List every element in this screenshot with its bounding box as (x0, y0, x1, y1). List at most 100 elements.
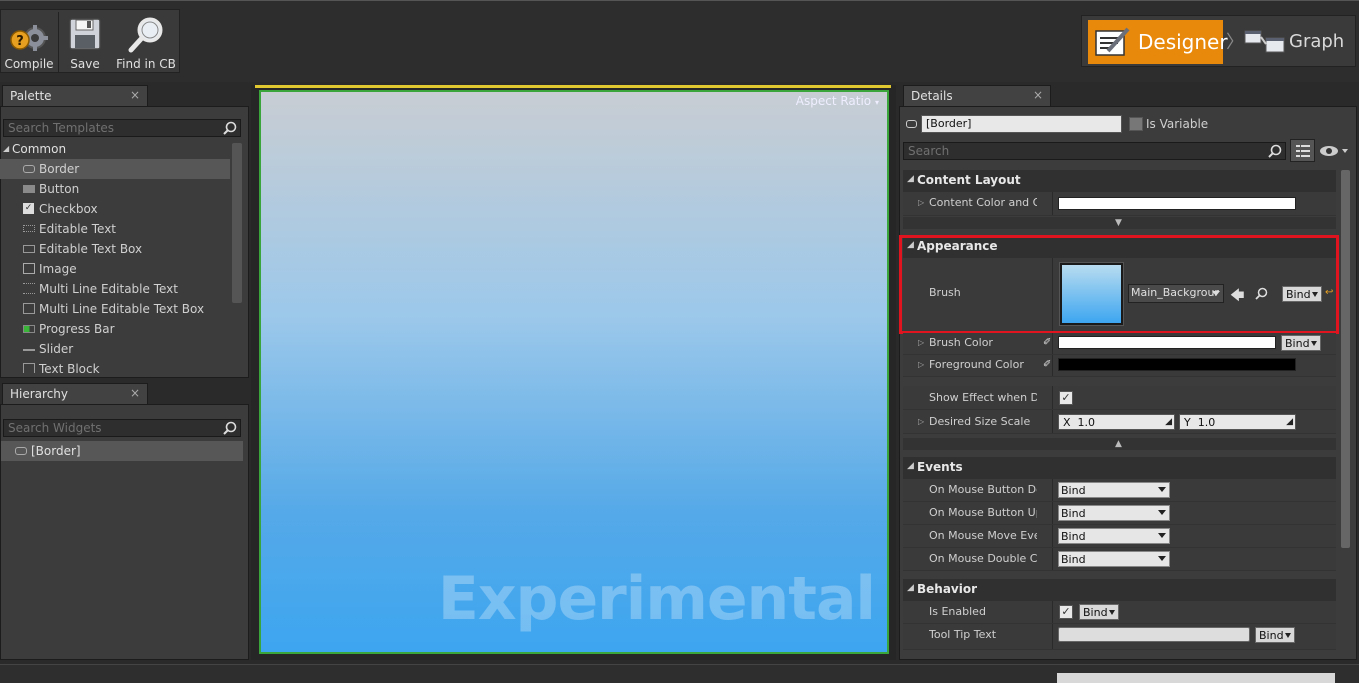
checkbox-widget-icon: ✓ (23, 203, 34, 214)
hierarchy-item-border[interactable]: [Border] (1, 441, 243, 461)
editable-text-box-icon (23, 245, 35, 253)
palette-item-label: Slider (39, 342, 74, 356)
column-divider (1052, 410, 1053, 433)
palette-scrollbar[interactable] (232, 143, 242, 303)
toolbar-group: ? Compile Save Find in CB (0, 9, 180, 73)
collapse-up-icon: ▲ (1115, 439, 1122, 449)
details-scrollbar[interactable] (1341, 170, 1350, 548)
details-search[interactable] (903, 142, 1286, 160)
section-events[interactable]: ◢ Events (903, 457, 1336, 479)
bind-label: Bind (1061, 553, 1086, 566)
find-in-cb-button[interactable]: Find in CB (113, 10, 179, 74)
foreground-color-swatch[interactable] (1058, 358, 1296, 371)
tooltip-bind-button[interactable]: Bind (1255, 627, 1295, 643)
is-variable-checkbox[interactable] (1129, 117, 1143, 131)
graph-icon (1244, 30, 1285, 53)
multi-line-text-icon (23, 283, 35, 294)
size-x-field[interactable]: X 1.0 ◢ (1058, 414, 1175, 430)
row-event: On Mouse Button Up Bind (903, 502, 1336, 525)
palette-item-text-block[interactable]: Text Block (0, 359, 230, 373)
bottom-input-partial[interactable] (1057, 673, 1335, 683)
palette-item-border[interactable]: Border (0, 159, 230, 179)
content-color-swatch[interactable] (1058, 197, 1296, 210)
eyedropper-icon[interactable]: ✐ (1043, 359, 1051, 370)
size-y-field[interactable]: Y 1.0 ◢ (1179, 414, 1296, 430)
is-enabled-checkbox[interactable]: ✓ (1059, 605, 1073, 619)
close-icon[interactable]: × (130, 88, 140, 102)
bind-label: Bind (1285, 337, 1310, 350)
graph-mode-button[interactable]: Graph (1244, 20, 1354, 64)
palette-item-label: Checkbox (39, 202, 98, 216)
graph-label: Graph (1289, 31, 1345, 52)
advanced-expander[interactable]: ▼ (903, 217, 1336, 229)
expand-arrow-icon[interactable]: ▷ (918, 360, 924, 369)
property-label: On Mouse Move Ever (929, 529, 1037, 542)
close-icon[interactable]: × (130, 386, 140, 400)
palette-item-label: Border (39, 162, 80, 176)
palette-item-multi-line-editable-text-box[interactable]: Multi Line Editable Text Box (0, 299, 230, 319)
save-button[interactable]: Save (61, 10, 109, 74)
floppy-disk-icon (69, 18, 101, 50)
chevron-down-icon (1109, 610, 1115, 615)
hierarchy-search-input[interactable] (4, 420, 240, 436)
details-search-input[interactable] (904, 143, 1285, 159)
designer-mode-button[interactable]: Designer (1088, 20, 1228, 64)
property-label: Desired Size Scale (929, 415, 1031, 428)
size-x-value: 1.0 (1077, 416, 1096, 429)
event-bind-dropdown[interactable]: Bind (1058, 505, 1170, 521)
row-show-effect: Show Effect when Dis ✓ (903, 386, 1336, 410)
property-label: On Mouse Double Clic (929, 552, 1037, 565)
section-behavior[interactable]: ◢ Behavior (903, 579, 1336, 601)
axis-label: Y (1184, 416, 1191, 429)
aspect-ratio-dropdown[interactable]: Aspect Ratio ▾ (796, 94, 879, 108)
aspect-ratio-label: Aspect Ratio (795, 94, 872, 108)
palette-item-label: Editable Text (39, 222, 117, 236)
palette-item-multi-line-editable-text[interactable]: Multi Line Editable Text (0, 279, 230, 299)
show-effect-checkbox[interactable]: ✓ (1059, 391, 1073, 405)
expand-arrow-icon[interactable]: ▷ (918, 198, 924, 207)
palette-category-common[interactable]: ◢ Common (0, 140, 232, 160)
palette-item-editable-text[interactable]: Editable Text (0, 219, 230, 239)
property-label: Is Enabled (929, 605, 986, 618)
button-widget-icon (23, 185, 35, 193)
section-content-layout[interactable]: ◢ Content Layout (903, 170, 1336, 192)
details-tab-label: Details (911, 89, 953, 103)
designer-canvas[interactable]: Aspect Ratio ▾ Experimental (259, 90, 889, 654)
widget-name-field[interactable]: [Border] (921, 115, 1122, 133)
palette-item-editable-text-box[interactable]: Editable Text Box (0, 239, 230, 259)
hierarchy-search[interactable] (3, 419, 241, 437)
event-bind-dropdown[interactable]: Bind (1058, 528, 1170, 544)
compile-button[interactable]: ? Compile (3, 10, 55, 74)
event-bind-dropdown[interactable]: Bind (1058, 482, 1170, 498)
property-matrix-button[interactable] (1290, 139, 1315, 162)
chevron-down-icon (1158, 487, 1166, 492)
experimental-watermark: Experimental (437, 564, 876, 634)
eyedropper-icon[interactable]: ✐ (1043, 337, 1051, 348)
palette-item-button[interactable]: Button (0, 179, 230, 199)
search-icon (1268, 144, 1282, 158)
palette-item-image[interactable]: Image (0, 259, 230, 279)
palette-item-progress-bar[interactable]: Progress Bar (0, 319, 230, 339)
advanced-collapser[interactable]: ▲ (903, 438, 1336, 450)
tab-details[interactable]: Details × (903, 85, 1051, 107)
brush-color-swatch[interactable] (1058, 336, 1276, 349)
expand-arrow-icon[interactable]: ▷ (918, 417, 924, 426)
palette-item-slider[interactable]: Slider (0, 339, 230, 359)
palette-search-input[interactable] (4, 120, 240, 136)
tab-palette[interactable]: Palette × (2, 85, 148, 107)
resize-grip-icon: ◢ (1286, 417, 1293, 427)
event-bind-dropdown[interactable]: Bind (1058, 551, 1170, 567)
brush-color-bind-button[interactable]: Bind (1281, 335, 1321, 351)
tab-hierarchy[interactable]: Hierarchy × (2, 383, 148, 405)
tooltip-text-input[interactable] (1058, 627, 1250, 642)
search-icon (223, 421, 237, 435)
is-enabled-bind-button[interactable]: Bind (1079, 604, 1119, 620)
expand-arrow-icon[interactable]: ▷ (918, 338, 924, 347)
view-options-button[interactable] (1319, 144, 1351, 158)
palette-item-checkbox[interactable]: ✓ Checkbox (0, 199, 230, 219)
palette-search[interactable] (3, 119, 241, 137)
find-in-cb-label: Find in CB (116, 57, 176, 71)
close-icon[interactable]: × (1033, 88, 1043, 102)
palette-item-label: Image (39, 262, 77, 276)
row-desired-size: ▷ Desired Size Scale X 1.0 ◢ Y 1.0 ◢ (903, 410, 1336, 434)
